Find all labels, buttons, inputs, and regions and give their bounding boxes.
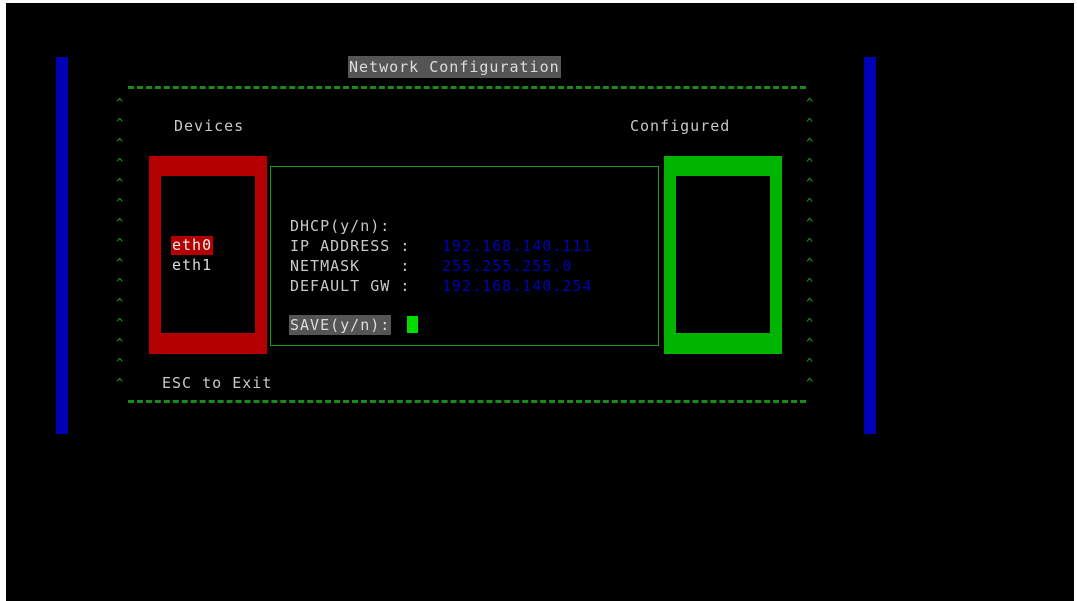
border-caret: ^: [806, 356, 814, 370]
default-gateway-field[interactable]: 192.168.140.254: [442, 276, 592, 296]
save-prompt-label: SAVE(y/n):: [289, 315, 392, 335]
border-caret: ^: [116, 96, 124, 110]
border-caret: ^: [806, 136, 814, 150]
border-caret: ^: [806, 216, 814, 230]
border-caret: ^: [116, 136, 124, 150]
border-caret: ^: [116, 376, 124, 390]
top-border-rule: [128, 86, 806, 89]
dhcp-label: DHCP(y/n):: [290, 217, 391, 235]
border-caret: ^: [116, 116, 124, 130]
border-caret: ^: [806, 276, 814, 290]
border-caret: ^: [806, 376, 814, 390]
border-caret: ^: [116, 256, 124, 270]
bottom-border-rule: [128, 400, 806, 403]
border-caret: ^: [806, 256, 814, 270]
window-title: Network Configuration: [348, 56, 561, 78]
save-input-cursor[interactable]: [407, 316, 418, 333]
border-caret: ^: [116, 356, 124, 370]
border-caret: ^: [116, 316, 124, 330]
netmask-label: NETMASK :: [290, 257, 411, 275]
default-gateway-label: DEFAULT GW :: [290, 277, 411, 295]
border-caret: ^: [116, 156, 124, 170]
border-caret: ^: [116, 216, 124, 230]
left-border-carets: ^ ^ ^ ^ ^ ^ ^ ^ ^ ^ ^ ^ ^ ^ ^: [116, 93, 123, 393]
right-border-carets: ^ ^ ^ ^ ^ ^ ^ ^ ^ ^ ^ ^ ^ ^ ^: [806, 93, 813, 393]
border-caret: ^: [806, 156, 814, 170]
esc-exit-hint: ESC to Exit: [162, 374, 273, 392]
border-caret: ^: [806, 316, 814, 330]
border-caret: ^: [116, 336, 124, 350]
terminal-screen: Network Configuration ^ ^ ^ ^ ^ ^ ^ ^ ^ ^ ^ ^ ^ ^ ^ ^ ^…: [6, 3, 1074, 601]
border-caret: ^: [116, 236, 124, 250]
border-caret: ^: [116, 276, 124, 290]
left-side-bar: [56, 57, 68, 434]
devices-heading: Devices: [174, 117, 245, 135]
border-caret: ^: [806, 196, 814, 210]
border-caret: ^: [806, 236, 814, 250]
device-item-eth0[interactable]: eth0: [171, 236, 214, 255]
border-caret: ^: [806, 296, 814, 310]
right-side-bar: [864, 57, 876, 434]
border-caret: ^: [116, 196, 124, 210]
netmask-field[interactable]: 255.255.255.0: [442, 256, 572, 276]
border-caret: ^: [806, 176, 814, 190]
border-caret: ^: [806, 116, 814, 130]
border-caret: ^: [806, 96, 814, 110]
border-caret: ^: [806, 336, 814, 350]
ip-address-field[interactable]: 192.168.140.111: [442, 236, 592, 256]
configured-heading: Configured: [630, 117, 731, 135]
configured-list: [676, 176, 770, 333]
border-caret: ^: [116, 296, 124, 310]
device-item-eth1[interactable]: eth1: [171, 256, 213, 275]
ip-address-label: IP ADDRESS :: [290, 237, 411, 255]
border-caret: ^: [116, 176, 124, 190]
